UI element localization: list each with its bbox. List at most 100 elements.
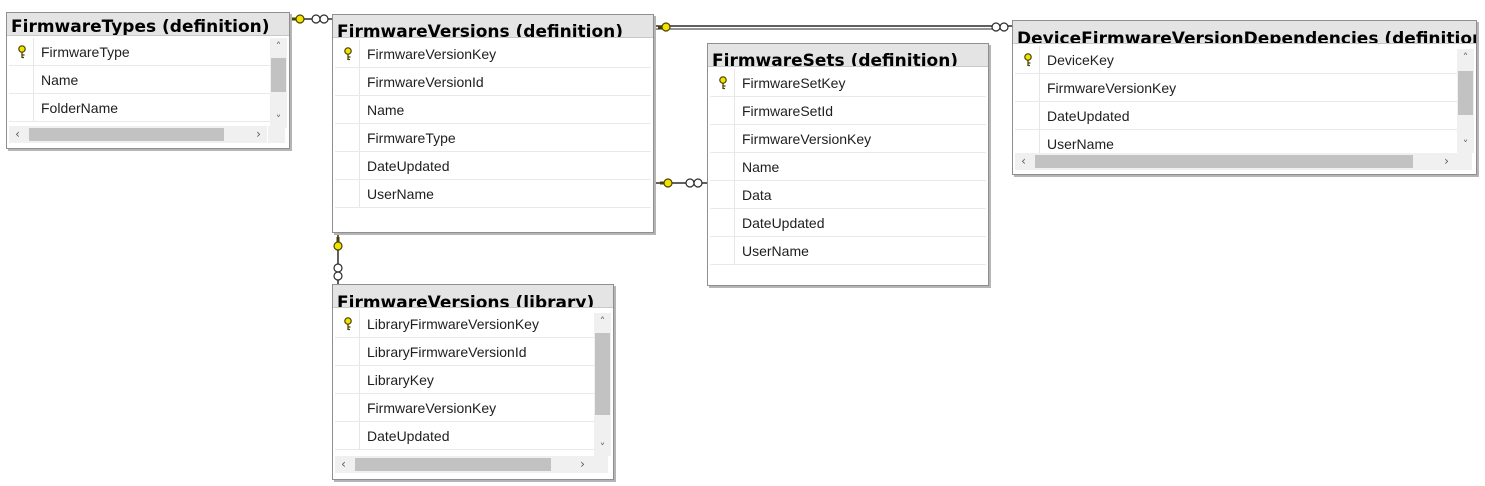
- key-icon: [344, 47, 352, 61]
- vertical-scrollbar[interactable]: ˄ ˅: [270, 38, 287, 128]
- column-row[interactable]: FolderName: [9, 94, 287, 122]
- column-row[interactable]: DateUpdated: [710, 209, 986, 237]
- table-title-bar[interactable]: FirmwareTypes (definition): [7, 13, 289, 36]
- column-name: Data: [742, 187, 772, 203]
- column-grid: DeviceKey FirmwareVersionKey DateUpdated Us…: [1015, 46, 1474, 154]
- column-row[interactable]: FirmwareVersionKey: [335, 394, 611, 422]
- table-title-bar[interactable]: DeviceFirmwareVersionDependencies (defin…: [1013, 21, 1476, 44]
- row-selector[interactable]: [335, 366, 360, 393]
- scrollbar-thumb[interactable]: [1035, 155, 1413, 168]
- column-name: DateUpdated: [367, 428, 450, 444]
- table-title-bar[interactable]: FirmwareSets (definition): [708, 44, 988, 67]
- column-row[interactable]: LibraryFirmwareVersionId: [335, 338, 611, 366]
- vertical-scrollbar[interactable]: ˄ ˅: [594, 313, 611, 456]
- table-firmwaretypes[interactable]: FirmwareTypes (definition) FirmwareType N…: [6, 12, 290, 149]
- row-selector[interactable]: [335, 180, 360, 207]
- row-selector[interactable]: [710, 125, 735, 152]
- column-row[interactable]: UserName: [1015, 130, 1474, 154]
- column-name: FirmwareVersionKey: [367, 46, 497, 62]
- chevron-left-icon[interactable]: ‹: [1015, 153, 1032, 170]
- column-row[interactable]: DateUpdated: [1015, 102, 1474, 130]
- scrollbar-thumb[interactable]: [271, 58, 286, 92]
- column-row[interactable]: FirmwareSetId: [710, 97, 986, 125]
- row-selector[interactable]: [1015, 74, 1040, 101]
- column-name: FirmwareType: [41, 44, 130, 60]
- column-row[interactable]: FirmwareType: [9, 38, 287, 66]
- table-devicefirmwareversiondependencies[interactable]: DeviceFirmwareVersionDependencies (defin…: [1012, 20, 1477, 175]
- chevron-up-icon[interactable]: ˄: [270, 38, 287, 55]
- column-row[interactable]: FirmwareType: [335, 124, 651, 152]
- horizontal-scrollbar[interactable]: ‹ ›: [9, 126, 267, 143]
- key-icon: [18, 45, 26, 59]
- chevron-right-icon[interactable]: ›: [574, 456, 591, 473]
- column-row[interactable]: Name: [335, 96, 651, 124]
- column-row[interactable]: DateUpdated: [335, 422, 611, 450]
- vertical-scrollbar[interactable]: ˄ ˅: [1457, 49, 1474, 153]
- row-selector[interactable]: [710, 153, 735, 180]
- scrollbar-corner: [1455, 153, 1472, 170]
- row-selector[interactable]: [1015, 130, 1040, 154]
- horizontal-scrollbar[interactable]: ‹ ›: [1015, 153, 1455, 170]
- row-selector[interactable]: [9, 66, 34, 93]
- chevron-up-icon[interactable]: ˄: [1457, 49, 1474, 66]
- row-selector[interactable]: [335, 338, 360, 365]
- chevron-left-icon[interactable]: ‹: [335, 456, 352, 473]
- relationship-firmwareversions-devicefirmwareversiondependencies[interactable]: [655, 22, 1012, 32]
- column-row[interactable]: UserName: [335, 180, 651, 208]
- column-row[interactable]: FirmwareVersionKey: [1015, 74, 1474, 102]
- table-title: FirmwareTypes (definition): [11, 17, 270, 36]
- chevron-right-icon[interactable]: ›: [1438, 153, 1455, 170]
- column-row[interactable]: FirmwareVersionKey: [335, 40, 651, 68]
- column-name: FirmwareSetId: [742, 103, 834, 119]
- infinity-icon: [333, 263, 343, 281]
- row-selector[interactable]: [710, 181, 735, 208]
- row-selector[interactable]: [710, 237, 735, 264]
- table-title-bar[interactable]: FirmwareVersions (definition): [333, 15, 653, 38]
- column-row[interactable]: Data: [710, 181, 986, 209]
- row-selector[interactable]: [1015, 102, 1040, 129]
- table-title-bar[interactable]: FirmwareVersions (library): [333, 285, 613, 308]
- chevron-right-icon[interactable]: ›: [250, 126, 267, 143]
- column-row[interactable]: LibraryFirmwareVersionKey: [335, 310, 611, 338]
- chevron-down-icon[interactable]: ˅: [1457, 136, 1474, 153]
- scrollbar-thumb[interactable]: [1458, 71, 1473, 115]
- column-row[interactable]: FirmwareSetKey: [710, 69, 986, 97]
- table-firmwaresets[interactable]: FirmwareSets (definition) FirmwareSetKey…: [707, 43, 989, 286]
- row-selector[interactable]: [335, 68, 360, 95]
- column-name: LibraryFirmwareVersionKey: [367, 316, 539, 332]
- row-selector[interactable]: [335, 422, 360, 449]
- column-name: FirmwareVersionKey: [742, 131, 872, 147]
- table-firmwareversions-definition[interactable]: FirmwareVersions (definition) FirmwareVe…: [332, 14, 654, 233]
- table-firmwareversions-library[interactable]: FirmwareVersions (library) LibraryFirmwa…: [332, 284, 614, 480]
- row-selector[interactable]: [710, 97, 735, 124]
- column-row[interactable]: FirmwareVersionId: [335, 68, 651, 96]
- relationship-key-end-icon: [660, 178, 673, 188]
- chevron-up-icon[interactable]: ˄: [594, 313, 611, 330]
- column-name: FirmwareVersionKey: [1047, 80, 1177, 96]
- scrollbar-thumb[interactable]: [595, 333, 610, 415]
- column-row[interactable]: DateUpdated: [335, 152, 651, 180]
- chevron-down-icon[interactable]: ˅: [594, 439, 611, 456]
- scrollbar-thumb[interactable]: [355, 458, 551, 471]
- row-selector[interactable]: [335, 124, 360, 151]
- chevron-left-icon[interactable]: ‹: [9, 126, 26, 143]
- relationship-key-end-icon: [658, 22, 671, 32]
- infinity-icon: [311, 14, 329, 24]
- row-selector[interactable]: [710, 209, 735, 236]
- column-grid: FirmwareSetKey FirmwareSetId FirmwareVersi…: [710, 69, 986, 281]
- relationship-firmwaretypes-firmwareversions[interactable]: [290, 14, 332, 24]
- relationship-firmwareversions-firmwaresets[interactable]: [655, 178, 707, 188]
- horizontal-scrollbar[interactable]: ‹ ›: [335, 456, 591, 473]
- row-selector[interactable]: [335, 152, 360, 179]
- row-selector[interactable]: [9, 94, 34, 121]
- column-row[interactable]: FirmwareVersionKey: [710, 125, 986, 153]
- scrollbar-thumb[interactable]: [29, 128, 224, 141]
- row-selector[interactable]: [335, 96, 360, 123]
- column-row[interactable]: Name: [9, 66, 287, 94]
- column-row[interactable]: DeviceKey: [1015, 46, 1474, 74]
- row-selector[interactable]: [335, 394, 360, 421]
- column-row[interactable]: Name: [710, 153, 986, 181]
- column-row[interactable]: UserName: [710, 237, 986, 265]
- column-row[interactable]: LibraryKey: [335, 366, 611, 394]
- relationship-firmwareversions-library[interactable]: [333, 233, 343, 284]
